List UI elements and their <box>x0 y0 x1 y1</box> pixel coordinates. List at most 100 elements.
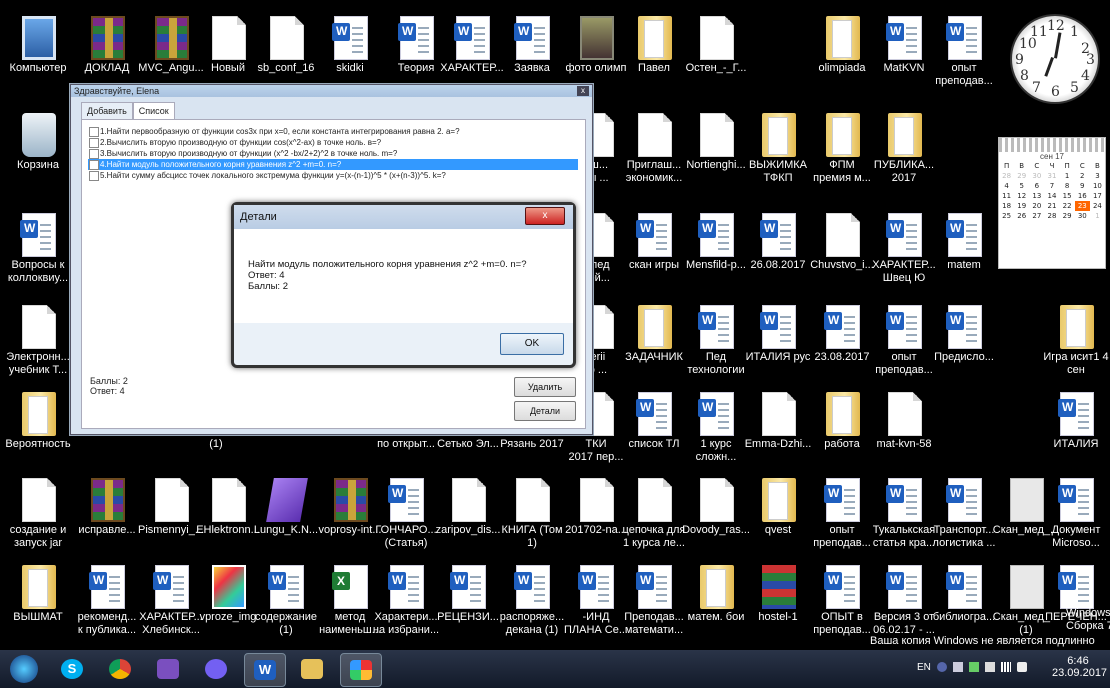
tray-clock[interactable]: 6:46 23.09.2017 <box>1052 655 1107 679</box>
calendar-day[interactable]: 31 <box>1044 171 1059 181</box>
calendar-day[interactable]: 14 <box>1044 191 1059 201</box>
calendar-day[interactable]: 28 <box>1044 211 1059 221</box>
item-checkbox[interactable] <box>89 160 99 170</box>
tray-icon[interactable] <box>937 662 947 672</box>
list-item[interactable]: 1.Найти первообразную от функции cos3x п… <box>88 126 578 137</box>
calendar-day[interactable]: 1 <box>1090 211 1105 221</box>
network-icon[interactable] <box>985 662 995 672</box>
signal-icon[interactable] <box>1001 662 1011 672</box>
desktop-icon[interactable]: 26.08.2017 <box>742 213 814 297</box>
volume-icon[interactable] <box>1017 662 1027 672</box>
item-checkbox[interactable] <box>89 138 99 148</box>
taskbar-viber[interactable] <box>196 653 236 685</box>
calendar-day[interactable]: 28 <box>999 171 1014 181</box>
calendar-day[interactable]: 6 <box>1029 181 1044 191</box>
list-item-selected[interactable]: 4.Найти модуль положительного корня урав… <box>88 159 578 170</box>
start-button[interactable] <box>4 653 44 685</box>
calendar-day[interactable]: 26 <box>1014 211 1029 221</box>
desktop-icon[interactable]: mat-kvn-58 <box>868 392 940 476</box>
taskbar-word[interactable]: W <box>244 653 286 687</box>
desktop-icon[interactable]: Корзина <box>2 113 74 197</box>
calendar-day[interactable]: 4 <box>999 181 1014 191</box>
delete-button[interactable]: Удалить <box>514 377 576 397</box>
desktop-icon[interactable]: Игра исит1 4 сен <box>1040 305 1110 389</box>
calendar-day[interactable]: 17 <box>1090 191 1105 201</box>
calendar-day[interactable]: 18 <box>999 201 1014 211</box>
desktop-icon[interactable]: Emma-Dzhi... <box>742 392 814 476</box>
desktop-icon[interactable]: исправле... <box>71 478 143 562</box>
calendar-day[interactable]: 30 <box>1029 171 1044 181</box>
tray-icon[interactable] <box>969 662 979 672</box>
desktop-icon[interactable]: Вероятность <box>2 392 74 476</box>
excel-icon <box>332 565 368 609</box>
desktop-icon-label: Документ Microso... <box>1051 524 1101 549</box>
desktop-icon[interactable]: опыт преподав... <box>928 16 1000 100</box>
tray-icon[interactable] <box>953 662 963 672</box>
calendar-day[interactable]: 19 <box>1014 201 1029 211</box>
calendar-day[interactable]: 21 <box>1044 201 1059 211</box>
calendar-day[interactable]: 7 <box>1044 181 1059 191</box>
calendar-day[interactable]: 15 <box>1060 191 1075 201</box>
desktop-icon[interactable]: ИТАЛИЯ <box>1040 392 1110 476</box>
desktop-icon[interactable]: ВЫШМАТ <box>2 565 74 649</box>
calendar-day[interactable]: 1 <box>1060 171 1075 181</box>
calendar-day[interactable]: 3 <box>1090 171 1105 181</box>
calendar-day[interactable]: 11 <box>999 191 1014 201</box>
taskbar-explorer[interactable] <box>292 653 332 685</box>
desktop-icon[interactable]: Вопросы к коллоквиу... <box>2 213 74 297</box>
desktop-icon[interactable]: Lungu_K.N... <box>250 478 322 562</box>
taskbar-app[interactable] <box>340 653 382 687</box>
tab-list[interactable]: Список <box>132 102 175 119</box>
ok-button[interactable]: OK <box>500 333 564 355</box>
language-indicator[interactable]: EN <box>917 662 931 673</box>
desktop-icon[interactable]: КНИГА (Том 1) <box>496 478 568 562</box>
calendar-day[interactable]: 29 <box>1060 211 1075 221</box>
folder-icon <box>301 659 323 679</box>
desktop-icon[interactable]: Предисло... <box>928 305 1000 389</box>
desktop-icon[interactable]: Электронн... учебник Т... <box>2 305 74 389</box>
desktop-icon[interactable]: Компьютер <box>2 16 74 100</box>
calendar-day[interactable]: 25 <box>999 211 1014 221</box>
taskbar-chrome[interactable] <box>100 653 140 685</box>
calendar-day[interactable]: 2 <box>1075 171 1090 181</box>
list-item[interactable]: 3.Вычислить вторую производную от функци… <box>88 148 578 159</box>
taskbar-floppy[interactable] <box>148 653 188 685</box>
calendar-day[interactable]: 29 <box>1014 171 1029 181</box>
word-icon <box>153 565 189 609</box>
calendar-day[interactable]: 23 <box>1074 201 1090 211</box>
list-item-text: 5.Найти сумму абсцисс точек локального э… <box>100 171 446 180</box>
desktop-icon[interactable]: создание и запуск jar <box>2 478 74 562</box>
calendar-day[interactable]: 12 <box>1014 191 1029 201</box>
clock-gadget[interactable]: 12 1 2 3 4 5 6 7 8 9 10 11 <box>1010 14 1100 104</box>
taskbar-skype[interactable]: S <box>52 653 92 685</box>
list-item-text: 3.Вычислить вторую производную от функци… <box>100 149 398 158</box>
calendar-day[interactable]: 13 <box>1029 191 1044 201</box>
dialog-close-button[interactable]: x <box>525 207 565 225</box>
desktop-icon[interactable]: ИТАЛИЯ рус <box>742 305 814 389</box>
tab-add[interactable]: Добавить <box>81 102 133 119</box>
desktop-icon[interactable]: ПУБЛИКА... 2017 <box>868 113 940 197</box>
details-button[interactable]: Детали <box>514 401 576 421</box>
list-item[interactable]: 2.Вычислить вторую производную от функци… <box>88 137 578 148</box>
desktop-icon[interactable]: Остен_-_Г... <box>680 16 752 100</box>
calendar-day[interactable]: 20 <box>1029 201 1044 211</box>
word-icon <box>886 305 922 349</box>
app-icon <box>350 660 372 680</box>
calendar-day[interactable]: 22 <box>1060 201 1075 211</box>
desktop-icon[interactable]: Документ Microso... <box>1040 478 1110 562</box>
item-checkbox[interactable] <box>89 127 99 137</box>
list-item[interactable]: 5.Найти сумму абсцисс точек локального э… <box>88 170 578 181</box>
calendar-day[interactable]: 9 <box>1075 181 1090 191</box>
calendar-gadget[interactable]: сен 17 ПВСЧПСВ 28 29 30 31 1 2 3 4 5 6 7 8 9 10 11 12 13… <box>998 137 1106 269</box>
item-checkbox[interactable] <box>89 171 99 181</box>
item-checkbox[interactable] <box>89 149 99 159</box>
calendar-day[interactable]: 30 <box>1075 211 1090 221</box>
calendar-day[interactable]: 27 <box>1029 211 1044 221</box>
desktop-icon[interactable]: matem <box>928 213 1000 297</box>
calendar-day[interactable]: 24 <box>1090 201 1105 211</box>
main-window-close-button[interactable]: x <box>577 86 589 96</box>
calendar-day[interactable]: 5 <box>1014 181 1029 191</box>
calendar-day[interactable]: 16 <box>1075 191 1090 201</box>
calendar-day[interactable]: 10 <box>1090 181 1105 191</box>
calendar-day[interactable]: 8 <box>1060 181 1075 191</box>
